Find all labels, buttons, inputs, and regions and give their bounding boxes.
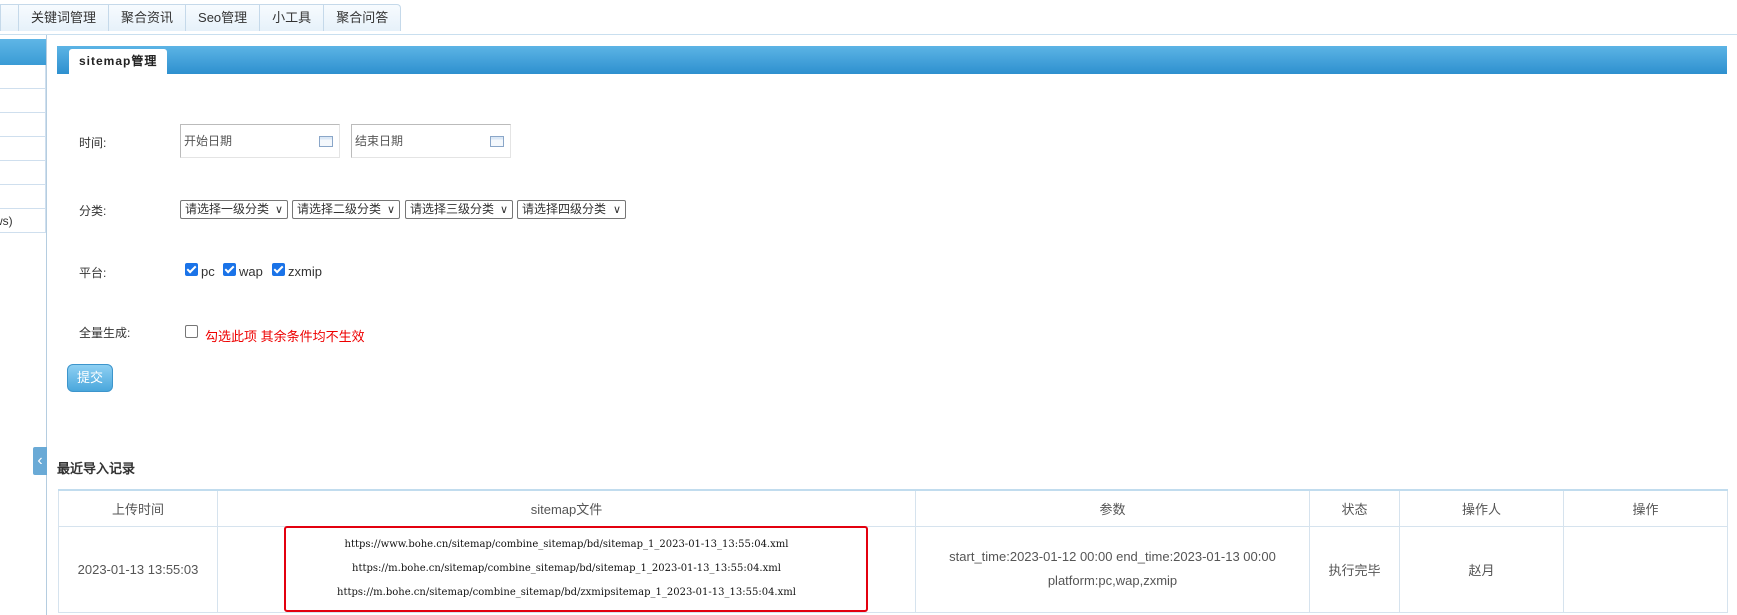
column-header-upload-time: 上传时间 [58,489,218,527]
category-level1-select[interactable]: 请选择一级分类 ∨ [180,200,288,219]
top-navigation: 理 关键词管理 聚合资讯 Seo管理 小工具 聚合问答 [0,0,1737,35]
sitemap-file-link[interactable]: https://m.bohe.cn/sitemap/combine_sitema… [337,557,796,581]
platform-wap-checkbox[interactable] [223,263,236,276]
cell-operator: 赵月 [1399,525,1564,613]
end-date-placeholder: 结束日期 [355,134,404,148]
category-level3-value: 请选择三级分类 [410,202,495,216]
full-generation-label: 全量生成: [79,326,131,340]
params-platform: platform:pc,wap,zxmip [1047,573,1178,588]
recent-records-title: 最近导入记录 [57,461,136,476]
cell-status: 执行完毕 [1309,525,1400,613]
cell-sitemap-files: https://www.bohe.cn/sitemap/combine_site… [217,525,916,613]
cell-upload-time: 2023-01-13 13:55:03 [58,525,218,613]
calendar-icon[interactable] [319,136,333,147]
table-header-row: 上传时间 sitemap文件 参数 状态 操作人 操作 [58,489,1728,527]
start-date-input[interactable]: 开始日期 [180,124,340,158]
platform-label: 平台: [79,266,107,280]
sidebar-item[interactable] [0,89,46,113]
chevron-down-icon: ∨ [612,204,621,216]
full-generation-checkbox[interactable] [185,325,198,338]
sidebar-item[interactable] [0,113,46,137]
time-label: 时间: [79,136,107,150]
full-generation-hint: 勾选此项 其余条件均不生效 [205,329,365,344]
submit-button[interactable]: 提交 [67,364,113,392]
sidebar-item[interactable] [0,137,46,161]
chevron-down-icon: ∨ [499,204,508,216]
category-level2-value: 请选择二级分类 [297,202,382,216]
cell-action [1563,525,1728,613]
panel-tab-sitemap-management[interactable]: sitemap管理 [69,49,168,74]
platform-wap-label: wap [239,264,263,279]
sidebar-item[interactable] [0,185,46,209]
nav-tab-aggregated-qa[interactable]: 聚合问答 [324,5,400,31]
records-table: 上传时间 sitemap文件 参数 状态 操作人 操作 2023-01-13 1… [58,489,1728,613]
column-header-params: 参数 [915,489,1310,527]
sidebar-header [0,39,46,65]
platform-zxmip-label: zxmip [288,264,322,279]
end-date-input[interactable]: 结束日期 [351,124,511,158]
cell-params: start_time:2023-01-12 00:00 end_time:202… [915,525,1310,613]
column-header-status: 状态 [1309,489,1400,527]
top-nav-tabs: 理 关键词管理 聚合资讯 Seo管理 小工具 聚合问答 [0,4,402,31]
category-level4-value: 请选择四级分类 [522,202,607,216]
nav-tab-tools[interactable]: 小工具 [260,5,325,31]
calendar-icon[interactable] [490,136,504,147]
left-sidebar: ws) ‹ [0,35,47,615]
category-level1-value: 请选择一级分类 [185,202,270,216]
sidebar-item[interactable]: ws) [0,209,46,233]
panel-header: sitemap管理 [57,46,1727,74]
category-level4-select[interactable]: 请选择四级分类 ∨ [517,200,626,219]
platform-pc-checkbox[interactable] [185,263,198,276]
sidebar-item[interactable] [0,65,46,89]
sitemap-file-link[interactable]: https://www.bohe.cn/sitemap/combine_site… [337,533,796,557]
nav-tab-aggregated-news[interactable]: 聚合资讯 [109,5,187,31]
category-label: 分类: [79,204,107,218]
chevron-down-icon: ∨ [386,204,395,216]
sidebar-collapse-chevron-left-icon[interactable]: ‹ [33,447,47,475]
column-header-action: 操作 [1563,489,1728,527]
nav-tab-seo-management[interactable]: Seo管理 [186,5,261,31]
sitemap-file-link[interactable]: https://m.bohe.cn/sitemap/combine_sitema… [337,581,796,605]
column-header-sitemap-file: sitemap文件 [217,489,916,527]
column-header-operator: 操作人 [1399,489,1564,527]
platform-zxmip-checkbox[interactable] [272,263,285,276]
start-date-placeholder: 开始日期 [184,134,233,148]
category-level2-select[interactable]: 请选择二级分类 ∨ [292,200,400,219]
table-row: 2023-01-13 13:55:03 https://www.bohe.cn/… [58,525,1728,613]
sidebar-item[interactable] [0,161,46,185]
category-level3-select[interactable]: 请选择三级分类 ∨ [405,200,513,219]
params-time-range: start_time:2023-01-12 00:00 end_time:202… [949,549,1276,564]
nav-tab-manage[interactable]: 理 [1,5,19,31]
chevron-down-icon: ∨ [274,204,283,216]
platform-pc-label: pc [201,264,215,279]
nav-tab-keyword-management[interactable]: 关键词管理 [19,5,110,31]
